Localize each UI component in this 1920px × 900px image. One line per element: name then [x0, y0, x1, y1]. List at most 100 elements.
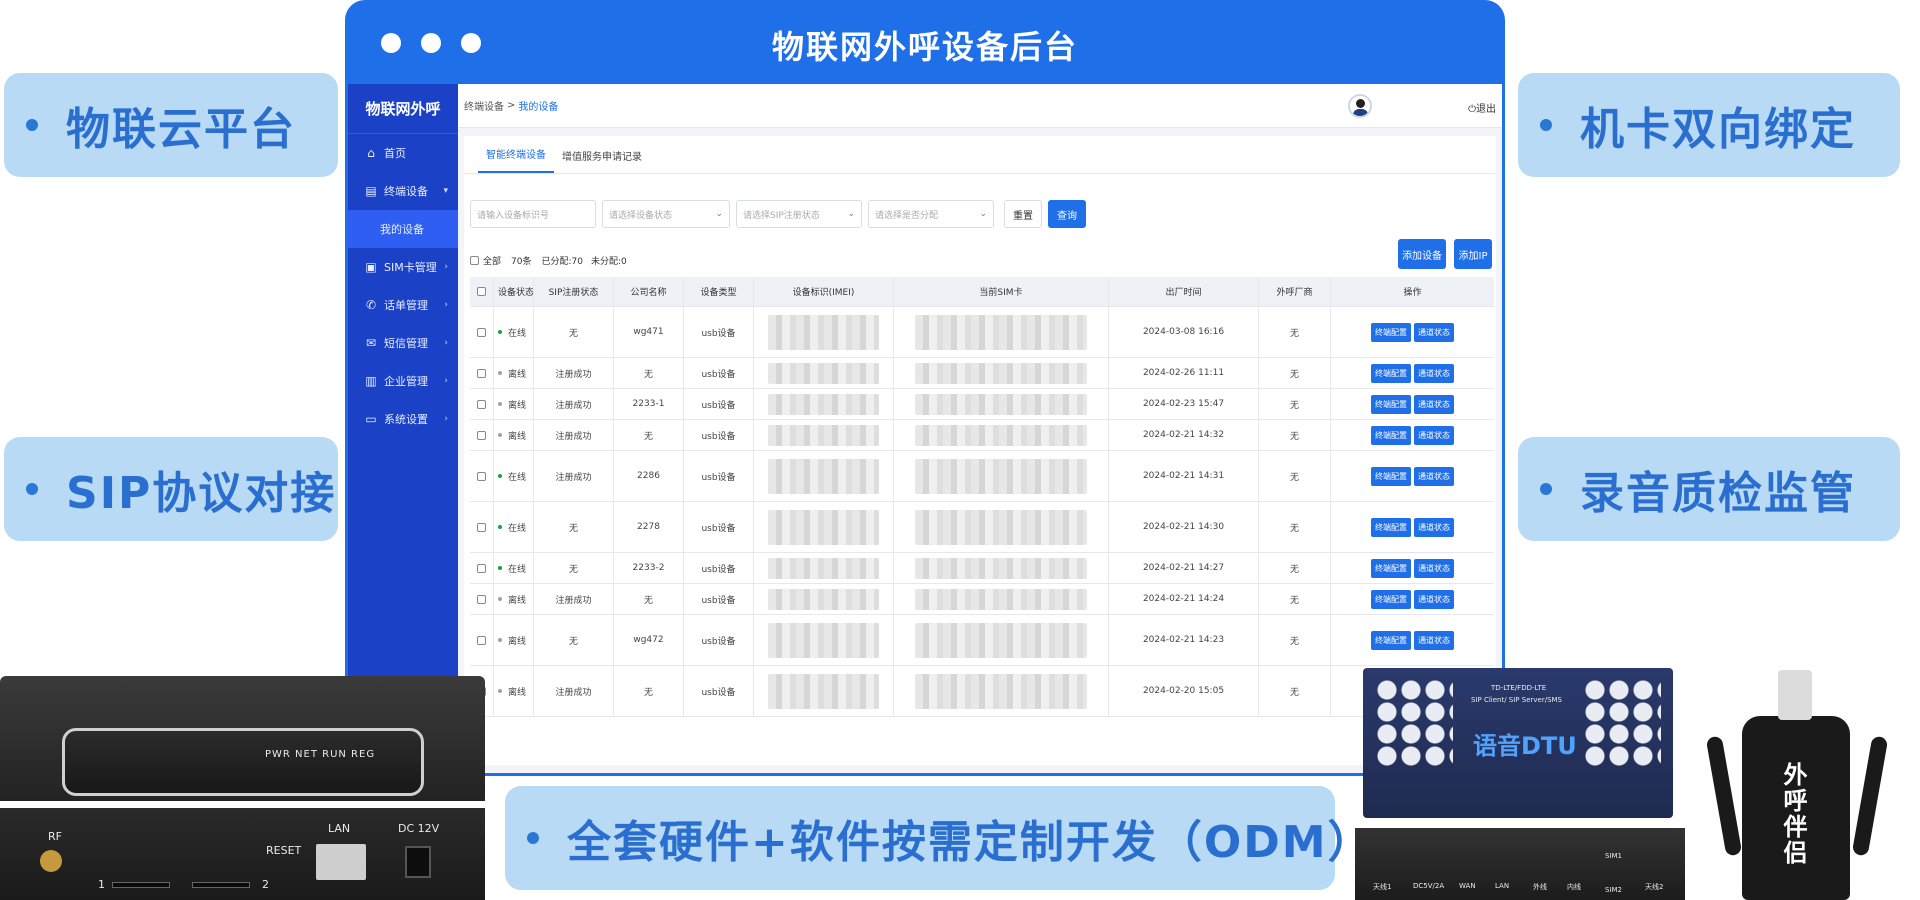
channel-status-button[interactable]: 通道状态: [1414, 466, 1454, 486]
antenna-icon: [1705, 735, 1743, 857]
tab-service-requests[interactable]: 增值服务申请记录: [554, 148, 650, 173]
channel-status-button[interactable]: 通道状态: [1414, 630, 1454, 650]
sip-status: 注册成功: [555, 687, 592, 698]
company-name: 无: [643, 369, 653, 380]
add-ip-button[interactable]: 添加IP: [1454, 239, 1492, 269]
sidebar-item-sms[interactable]: ✉ 短信管理 ›: [348, 324, 458, 362]
table-row: 离线 注册成功 无 usb设备 2024-02-26 11:11 无 终端配置 通道状态: [470, 358, 1494, 389]
reset-button[interactable]: 重置: [1004, 200, 1042, 228]
row-checkbox[interactable]: [477, 522, 486, 532]
gateway-device-image: PWR NET RUN REG RF LAN DC 12V RESET 1 2: [0, 676, 485, 900]
vendor-cell: 无: [1259, 666, 1331, 716]
sidebar-item-sim[interactable]: ▣ SIM卡管理 ›: [348, 248, 458, 286]
channel-status-button[interactable]: 通道状态: [1414, 394, 1454, 414]
factory-date: 2024-02-21 14:27: [1142, 563, 1225, 573]
app-window: 物联网外呼设备后台 物联网外呼 ⌂ 首页 ▤ 终端设备 ▾ 我的设备 ▣ SIM…: [345, 0, 1505, 776]
sidebar-item-label: 话单管理: [384, 299, 428, 312]
channel-status-button[interactable]: 通道状态: [1414, 425, 1454, 445]
device-status-select[interactable]: 请选择设备状态 ⌄: [602, 200, 730, 228]
factory-date: 2024-02-21 14:23: [1142, 635, 1225, 645]
query-button[interactable]: 查询: [1048, 200, 1086, 228]
power-icon: ⏻: [1468, 104, 1476, 115]
sip-status: 注册成功: [555, 431, 592, 442]
dtu-device-image: TD-LTE/FDD-LTE SIP Client/ SIP Server/SM…: [1355, 668, 1685, 900]
channel-status-button[interactable]: 通道状态: [1414, 517, 1454, 537]
terminal-config-button[interactable]: 终端配置: [1371, 322, 1411, 342]
company-cell: 无: [614, 584, 684, 614]
terminal-config-button[interactable]: 终端配置: [1371, 363, 1411, 383]
feature-pill-recording: 录音质检监管: [1518, 437, 1900, 541]
terminal-config-button[interactable]: 终端配置: [1371, 630, 1411, 650]
dc-port-icon: [405, 846, 431, 878]
operation-cell: 终端配置通道状态: [1331, 584, 1494, 614]
lan-port-icon: [316, 844, 366, 880]
terminal-config-button[interactable]: 终端配置: [1371, 466, 1411, 486]
logout-button[interactable]: ⏻退出: [1468, 100, 1496, 115]
status-cell: 在线: [494, 553, 534, 583]
imei-cell: [754, 502, 894, 552]
building-icon: ▥: [365, 374, 377, 388]
sidebar-item-settings[interactable]: ▭ 系统设置 ›: [348, 400, 458, 438]
sidebar-item-enterprise[interactable]: ▥ 企业管理 ›: [348, 362, 458, 400]
sidebar: 物联网外呼 ⌂ 首页 ▤ 终端设备 ▾ 我的设备 ▣ SIM卡管理 › ✆ 话单…: [348, 84, 458, 773]
sidebar-item-calls[interactable]: ✆ 话单管理 ›: [348, 286, 458, 324]
sidebar-item-my-devices[interactable]: 我的设备: [348, 210, 458, 248]
sidebar-item-label: 短信管理: [384, 337, 428, 350]
header-checkbox[interactable]: [477, 287, 486, 296]
factory-date: 2024-03-08 16:16: [1142, 327, 1225, 337]
row-checkbox[interactable]: [477, 327, 486, 337]
terminal-config-button[interactable]: 终端配置: [1371, 558, 1411, 578]
sim-slot-icon: [192, 882, 250, 888]
checkbox-cell: [470, 420, 494, 450]
tab-smart-devices[interactable]: 智能终端设备: [478, 146, 554, 173]
usb-dongle-image: 外呼伴侣: [1705, 670, 1889, 900]
row-checkbox[interactable]: [477, 594, 486, 604]
terminal-config-button[interactable]: 终端配置: [1371, 425, 1411, 445]
channel-status-button[interactable]: 通道状态: [1414, 589, 1454, 609]
sim-cell: [894, 615, 1109, 665]
channel-status-button[interactable]: 通道状态: [1414, 558, 1454, 578]
assign-select[interactable]: 请选择是否分配 ⌄: [868, 200, 994, 228]
company-name: wg471: [633, 327, 664, 337]
channel-status-button[interactable]: 通道状态: [1414, 363, 1454, 383]
sip-cell: 注册成功: [534, 451, 614, 501]
row-checkbox[interactable]: [477, 471, 486, 481]
add-device-button[interactable]: 添加设备: [1398, 239, 1446, 269]
phone-icon: ✆: [365, 298, 377, 312]
sim-cell: [894, 358, 1109, 388]
sidebar-item-home[interactable]: ⌂ 首页: [348, 134, 458, 172]
date-cell: 2024-02-26 11:11: [1109, 358, 1259, 388]
row-checkbox[interactable]: [477, 563, 486, 573]
imei-cell: [754, 358, 894, 388]
operation-cell: 终端配置通道状态: [1331, 615, 1494, 665]
sidebar-item-label: 首页: [384, 147, 406, 160]
date-cell: 2024-02-21 14:23: [1109, 615, 1259, 665]
vendor: 无: [1289, 400, 1299, 411]
device-type: usb设备: [701, 328, 736, 339]
window-title: 物联网外呼设备后台: [771, 28, 1078, 66]
row-checkbox[interactable]: [477, 635, 486, 645]
type-cell: usb设备: [684, 307, 754, 357]
select-all-checkbox[interactable]: [470, 256, 479, 265]
vendor-cell: 无: [1259, 420, 1331, 450]
avatar[interactable]: [1348, 94, 1372, 118]
company-name: 2286: [637, 471, 660, 481]
column-header: 设备状态: [494, 277, 534, 306]
channel-status-button[interactable]: 通道状态: [1414, 322, 1454, 342]
row-checkbox[interactable]: [477, 399, 486, 409]
status-dot-icon: [498, 638, 502, 642]
imei-cell: [754, 451, 894, 501]
date-cell: 2024-03-08 16:16: [1109, 307, 1259, 357]
terminal-config-button[interactable]: 终端配置: [1371, 394, 1411, 414]
device-id-input[interactable]: 请输入设备标识号: [470, 200, 596, 228]
breadcrumb-root[interactable]: 终端设备: [464, 98, 504, 113]
row-checkbox[interactable]: [477, 430, 486, 440]
terminal-config-button[interactable]: 终端配置: [1371, 517, 1411, 537]
terminal-config-button[interactable]: 终端配置: [1371, 589, 1411, 609]
sidebar-item-devices[interactable]: ▤ 终端设备 ▾: [348, 172, 458, 210]
imei-cell: [754, 666, 894, 716]
row-checkbox[interactable]: [477, 368, 486, 378]
sip-status-select[interactable]: 请选择SIP注册状态 ⌄: [736, 200, 862, 228]
imei-cell: [754, 584, 894, 614]
vendor-cell: 无: [1259, 553, 1331, 583]
